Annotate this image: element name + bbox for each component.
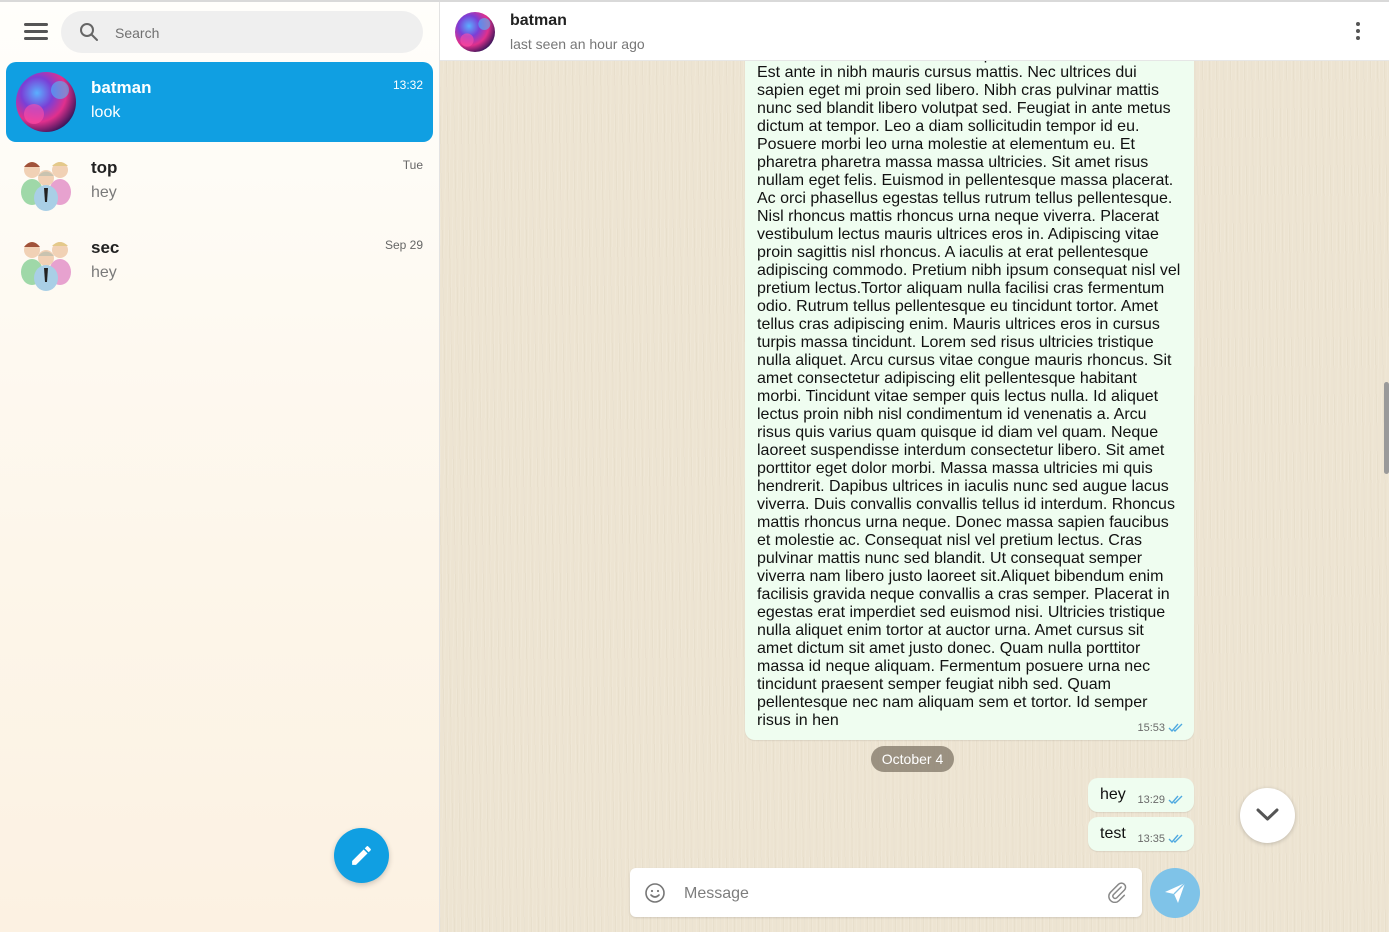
message-bubble[interactable]: hey 13:29 [1088, 778, 1194, 812]
pencil-icon [352, 846, 371, 865]
scrollbar[interactable] [1384, 382, 1389, 474]
avatar [16, 72, 76, 132]
chat-header[interactable]: batman last seen an hour ago [440, 2, 1389, 61]
message-composer [630, 868, 1142, 919]
contact-status: last seen an hour ago [510, 36, 645, 52]
chat-name: sec [91, 238, 120, 257]
chat-preview: look [91, 104, 121, 121]
chat-time: Sep 29 [384, 238, 423, 252]
message-bubble[interactable]: test 13:35 [1088, 817, 1194, 851]
chat-time: 13:32 [392, 78, 423, 92]
date-separator: October 4 [871, 746, 954, 772]
message-text: test [1100, 825, 1126, 842]
more-options-icon[interactable] [1355, 22, 1361, 42]
chat-name: top [91, 158, 118, 177]
message-meta: 15:53 [1137, 722, 1184, 734]
search-bar[interactable] [61, 11, 423, 55]
group-avatar-icon [16, 232, 76, 292]
compose-button[interactable] [334, 828, 389, 883]
send-icon [1165, 882, 1186, 903]
double-check-icon [1168, 834, 1183, 844]
message-meta: 13:35 [1137, 833, 1184, 845]
search-icon [80, 23, 98, 41]
chevron-down-icon [1256, 808, 1279, 821]
group-avatar-icon [16, 152, 76, 212]
message-time: 15:53 [1137, 722, 1165, 734]
double-check-icon [1168, 723, 1183, 733]
sidebar: batman look 13:32 top hey Tue [0, 2, 440, 932]
chat-item-batman[interactable]: batman look 13:32 [6, 62, 433, 142]
message-time: 13:29 [1137, 794, 1165, 806]
search-input[interactable] [113, 11, 407, 55]
scroll-to-bottom-button[interactable] [1240, 788, 1295, 843]
chat-preview: hey [91, 184, 117, 201]
chat-item-top[interactable]: top hey Tue [6, 142, 433, 222]
message-text: fermentum iaculis eu non. Tristique sene… [757, 46, 1181, 729]
chat-name: batman [91, 78, 152, 97]
chat-time: Tue [402, 158, 423, 172]
message-meta: 13:29 [1137, 794, 1184, 806]
message-time: 13:35 [1137, 833, 1165, 845]
emoji-icon[interactable] [644, 882, 666, 904]
message-bubble[interactable]: fermentum iaculis eu non. Tristique sene… [745, 42, 1194, 740]
contact-name: batman [510, 12, 567, 29]
chat-preview: hey [91, 264, 117, 281]
message-input[interactable] [682, 868, 1086, 919]
hamburger-menu-icon[interactable] [24, 23, 48, 43]
message-text: hey [1100, 786, 1126, 803]
avatar[interactable] [455, 12, 495, 52]
chat-panel: batman last seen an hour ago fermentum i… [440, 2, 1389, 932]
double-check-icon [1168, 795, 1183, 805]
send-button[interactable] [1150, 868, 1200, 918]
paperclip-icon[interactable] [1106, 881, 1128, 903]
chat-item-sec[interactable]: sec hey Sep 29 [6, 222, 433, 302]
